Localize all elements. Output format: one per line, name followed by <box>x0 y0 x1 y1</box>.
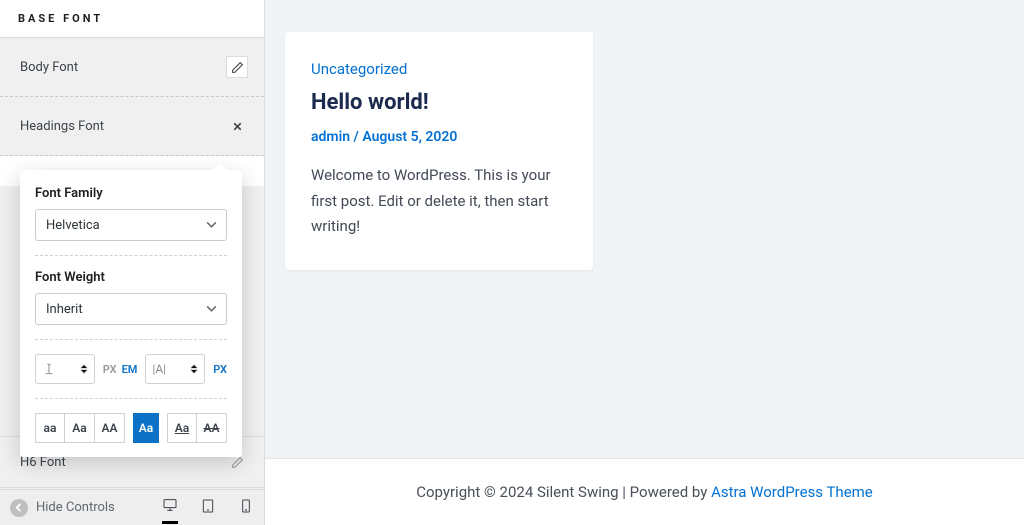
device-tablet-button[interactable] <box>200 498 216 518</box>
hide-controls-button[interactable]: Hide Controls <box>10 499 115 517</box>
typography-popover: Font Family Helvetica Font Weight Inheri… <box>20 170 242 457</box>
device-mobile-button[interactable] <box>238 498 254 518</box>
divider <box>35 255 227 256</box>
line-height-input[interactable] <box>35 354 95 384</box>
mobile-icon <box>238 498 254 514</box>
post-date-link[interactable]: August 5, 2020 <box>362 129 457 145</box>
divider <box>35 398 227 399</box>
device-desktop-button[interactable] <box>162 497 178 524</box>
desktop-icon <box>162 497 178 513</box>
post-author-link[interactable]: admin <box>311 129 350 145</box>
close-icon <box>231 120 244 133</box>
post-card: Uncategorized Hello world! admin / Augus… <box>285 32 593 270</box>
post-title[interactable]: Hello world! <box>311 90 567 115</box>
edit-body-font-button[interactable] <box>226 56 248 78</box>
row-headings-font[interactable]: Headings Font <box>0 97 264 156</box>
preview-pane: Uncategorized Hello world! admin / Augus… <box>265 0 1024 525</box>
line-height-unit-labels[interactable]: PX EM <box>103 363 138 376</box>
case-uppercase-button[interactable]: AA <box>95 413 125 443</box>
close-headings-font-button[interactable] <box>226 115 248 137</box>
font-weight-select[interactable]: Inherit <box>35 293 227 325</box>
site-footer: Copyright © 2024 Silent Swing | Powered … <box>265 458 1024 525</box>
text-transform-group: aa Aa AA <box>35 413 125 443</box>
divider <box>35 339 227 340</box>
strikethrough-button[interactable]: AA <box>197 413 227 443</box>
section-title-base-font: BASE FONT <box>0 0 264 38</box>
letter-spacing-input[interactable]: |A| <box>145 354 205 384</box>
letter-spacing-icon: |A| <box>152 362 166 376</box>
case-capitalize-button[interactable]: Aa <box>65 413 95 443</box>
pencil-icon <box>231 456 244 469</box>
post-category-link[interactable]: Uncategorized <box>311 60 567 78</box>
text-height-icon <box>42 362 56 376</box>
underline-button[interactable]: Aa <box>167 413 197 443</box>
row-body-font[interactable]: Body Font <box>0 38 264 97</box>
post-excerpt: Welcome to WordPress. This is your first… <box>311 163 567 240</box>
tablet-icon <box>200 498 216 514</box>
stepper[interactable] <box>80 364 88 374</box>
chevron-left-icon <box>10 499 28 517</box>
post-meta: admin / August 5, 2020 <box>311 129 567 145</box>
footer-theme-link[interactable]: Astra WordPress Theme <box>711 483 873 501</box>
font-family-select[interactable]: Helvetica <box>35 209 227 241</box>
font-weight-label: Font Weight <box>35 270 227 285</box>
stepper[interactable] <box>190 364 198 374</box>
customizer-sidebar: BASE FONT Body Font Headings Font H6 Fon… <box>0 0 265 525</box>
letter-spacing-unit-labels[interactable]: PX <box>213 363 227 376</box>
case-normal-button[interactable]: Aa <box>133 413 159 443</box>
device-bar: Hide Controls <box>0 489 264 525</box>
pencil-icon <box>231 61 244 74</box>
row-headings-font-label: Headings Font <box>20 119 104 134</box>
row-body-font-label: Body Font <box>20 60 78 75</box>
text-decoration-group: Aa AA <box>167 413 227 443</box>
font-family-label: Font Family <box>35 186 227 201</box>
case-lowercase-button[interactable]: aa <box>35 413 65 443</box>
